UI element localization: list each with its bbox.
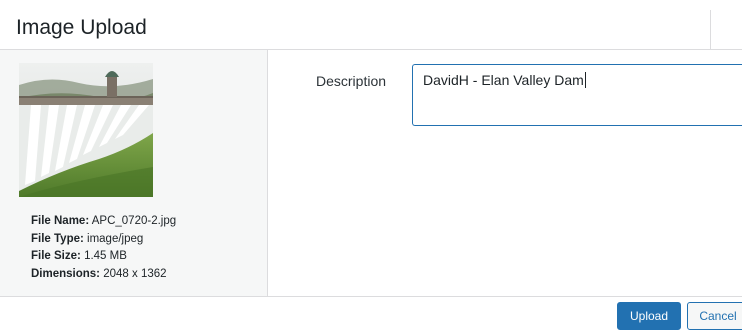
- modal-title: Image Upload: [16, 16, 147, 39]
- file-name-row: File Name: APC_0720-2.jpg: [31, 213, 176, 231]
- dimensions-value: 2048 x 1362: [103, 267, 167, 280]
- footer-divider: [0, 296, 742, 297]
- header-divider: [710, 10, 711, 50]
- file-type-value: image/jpeg: [87, 232, 144, 245]
- cancel-button[interactable]: Cancel: [687, 302, 742, 330]
- dimensions-label: Dimensions:: [31, 267, 101, 280]
- file-size-value: 1.45 MB: [84, 250, 127, 262]
- description-label: Description: [316, 73, 387, 89]
- file-name-value: APC_0720-2.jpg: [91, 215, 177, 227]
- modal-header: Image Upload: [0, 0, 742, 50]
- file-type-label: File Type:: [31, 232, 84, 245]
- description-textarea[interactable]: DavidH - Elan Valley Dam: [412, 64, 742, 126]
- image-thumbnail: [19, 63, 153, 197]
- dimensions-row: Dimensions: 2048 x 1362: [31, 266, 176, 284]
- file-name-label: File Name:: [31, 215, 90, 227]
- file-details: File Name: APC_0720-2.jpg File Type: ima…: [31, 213, 176, 283]
- description-text: DavidH - Elan Valley Dam: [423, 72, 584, 88]
- file-type-row: File Type: image/jpeg: [31, 231, 176, 249]
- attachment-details-sidebar: File Name: APC_0720-2.jpg File Type: ima…: [0, 50, 268, 296]
- text-caret: [584, 72, 586, 88]
- file-size-label: File Size:: [31, 250, 81, 262]
- file-size-row: File Size: 1.45 MB: [31, 248, 176, 266]
- dam-photo-thumbnail: [19, 63, 153, 197]
- upload-button[interactable]: Upload: [617, 302, 681, 330]
